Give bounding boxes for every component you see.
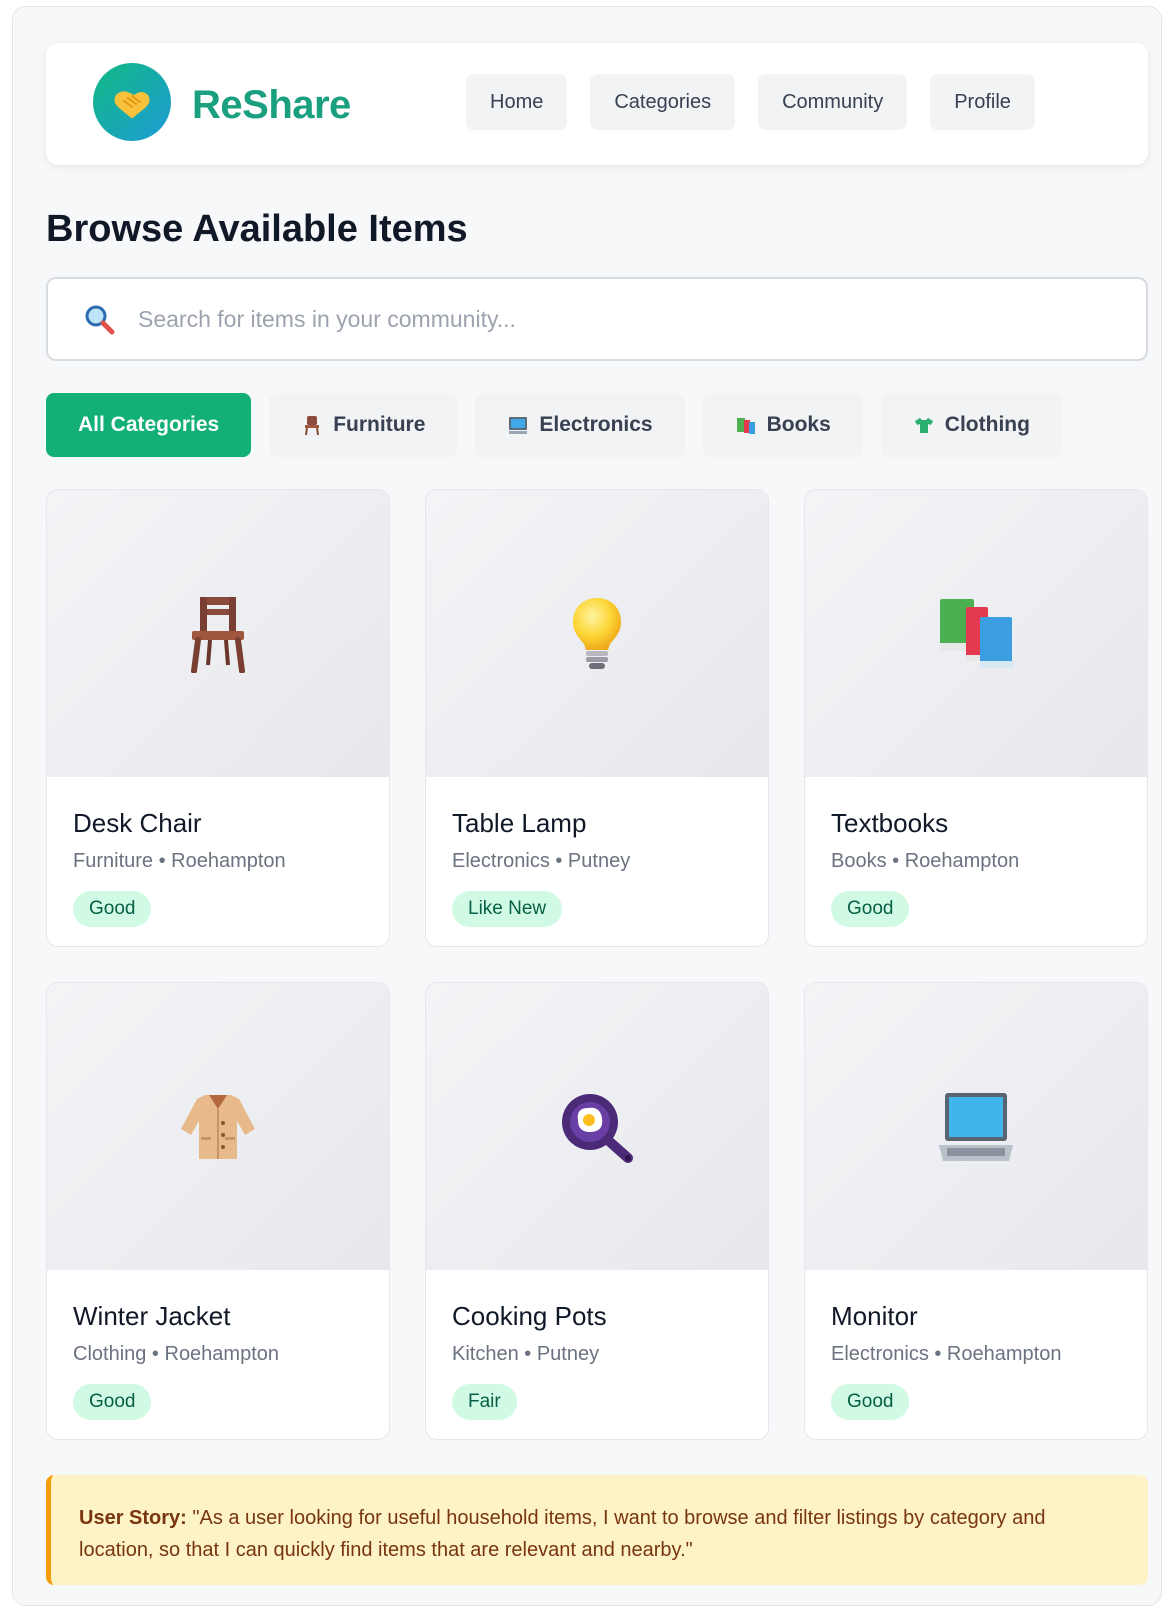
listing-title: Monitor bbox=[831, 1301, 918, 1331]
listing-card[interactable]: Desk Chair Furniture • Roehampton Good bbox=[46, 489, 390, 947]
search-icon bbox=[85, 305, 115, 335]
listing-card[interactable]: Textbooks Books • Roehampton Good bbox=[804, 489, 1148, 947]
condition-badge: Like New bbox=[452, 891, 563, 927]
listing-title: Winter Jacket bbox=[73, 1301, 231, 1331]
listing-image bbox=[47, 983, 389, 1270]
user-story-label: User Story: bbox=[79, 1507, 187, 1529]
filter-books[interactable]: Books bbox=[702, 393, 863, 457]
condition-badge: Good bbox=[73, 1384, 152, 1420]
condition-badge: Good bbox=[831, 891, 910, 927]
nav-community[interactable]: Community bbox=[758, 74, 908, 130]
laptop-icon bbox=[939, 1092, 1013, 1161]
listing-title: Desk Chair bbox=[73, 808, 202, 838]
monitor-icon bbox=[509, 417, 528, 434]
search-bar bbox=[46, 277, 1148, 361]
logo[interactable] bbox=[93, 63, 171, 141]
filter-electronics[interactable]: Electronics bbox=[475, 393, 685, 457]
coat-icon bbox=[181, 1094, 255, 1159]
user-story: User Story: "As a user looking for usefu… bbox=[46, 1475, 1148, 1585]
filter-label: Books bbox=[766, 413, 831, 436]
listing-card[interactable]: Table Lamp Electronics • Putney Like New bbox=[425, 489, 769, 947]
condition-badge: Good bbox=[831, 1384, 910, 1420]
nav-categories[interactable]: Categories bbox=[590, 74, 736, 130]
books-icon bbox=[940, 598, 1014, 668]
listing-title: Textbooks bbox=[831, 808, 949, 838]
lightbulb-icon bbox=[573, 597, 621, 669]
filter-label: Furniture bbox=[333, 413, 426, 436]
listing-image bbox=[805, 983, 1147, 1270]
nav-home[interactable]: Home bbox=[466, 74, 568, 130]
chair-icon bbox=[305, 416, 320, 436]
filter-label: Clothing bbox=[944, 413, 1030, 436]
listing-title: Table Lamp bbox=[452, 808, 587, 838]
listings-grid: Desk Chair Furniture • Roehampton Good T… bbox=[46, 489, 1148, 1440]
frying-pan-icon bbox=[562, 1093, 633, 1163]
handshake-icon bbox=[114, 91, 150, 118]
nav-profile[interactable]: Profile bbox=[930, 74, 1035, 130]
listing-image bbox=[426, 983, 768, 1270]
listing-meta: Kitchen • Putney bbox=[452, 1343, 600, 1365]
filter-label: All Categories bbox=[78, 413, 220, 436]
main-nav: Home Categories Community Profile bbox=[466, 74, 1035, 130]
listing-meta: Electronics • Putney bbox=[452, 850, 631, 872]
app-name[interactable]: ReShare bbox=[192, 81, 351, 129]
search-input[interactable] bbox=[138, 297, 1118, 341]
page-title: Browse Available Items bbox=[46, 208, 468, 250]
condition-badge: Good bbox=[73, 891, 152, 927]
filter-clothing[interactable]: Clothing bbox=[880, 393, 1062, 457]
filter-all-categories[interactable]: All Categories bbox=[46, 393, 252, 457]
listing-card[interactable]: Cooking Pots Kitchen • Putney Fair bbox=[425, 982, 769, 1440]
listing-meta: Books • Roehampton bbox=[831, 850, 1020, 872]
filter-label: Electronics bbox=[539, 413, 653, 436]
user-story-text: "As a user looking for useful household … bbox=[79, 1507, 1046, 1561]
listing-card[interactable]: Winter Jacket Clothing • Roehampton Good bbox=[46, 982, 390, 1440]
listing-meta: Clothing • Roehampton bbox=[73, 1343, 280, 1365]
category-filters: All Categories Furniture Electronics Boo… bbox=[46, 393, 1062, 457]
books-icon bbox=[736, 418, 755, 434]
condition-badge: Fair bbox=[452, 1384, 517, 1420]
listing-meta: Furniture • Roehampton bbox=[73, 850, 286, 872]
listing-meta: Electronics • Roehampton bbox=[831, 1343, 1062, 1365]
chair-icon bbox=[191, 596, 245, 673]
header: ReShare Home Categories Community Profil… bbox=[46, 43, 1148, 165]
listing-image bbox=[47, 490, 389, 777]
shirt-icon bbox=[914, 418, 933, 433]
listing-title: Cooking Pots bbox=[452, 1301, 607, 1331]
filter-furniture[interactable]: Furniture bbox=[269, 393, 458, 457]
listing-card[interactable]: Monitor Electronics • Roehampton Good bbox=[804, 982, 1148, 1440]
listing-image bbox=[805, 490, 1147, 777]
listing-image bbox=[426, 490, 768, 777]
